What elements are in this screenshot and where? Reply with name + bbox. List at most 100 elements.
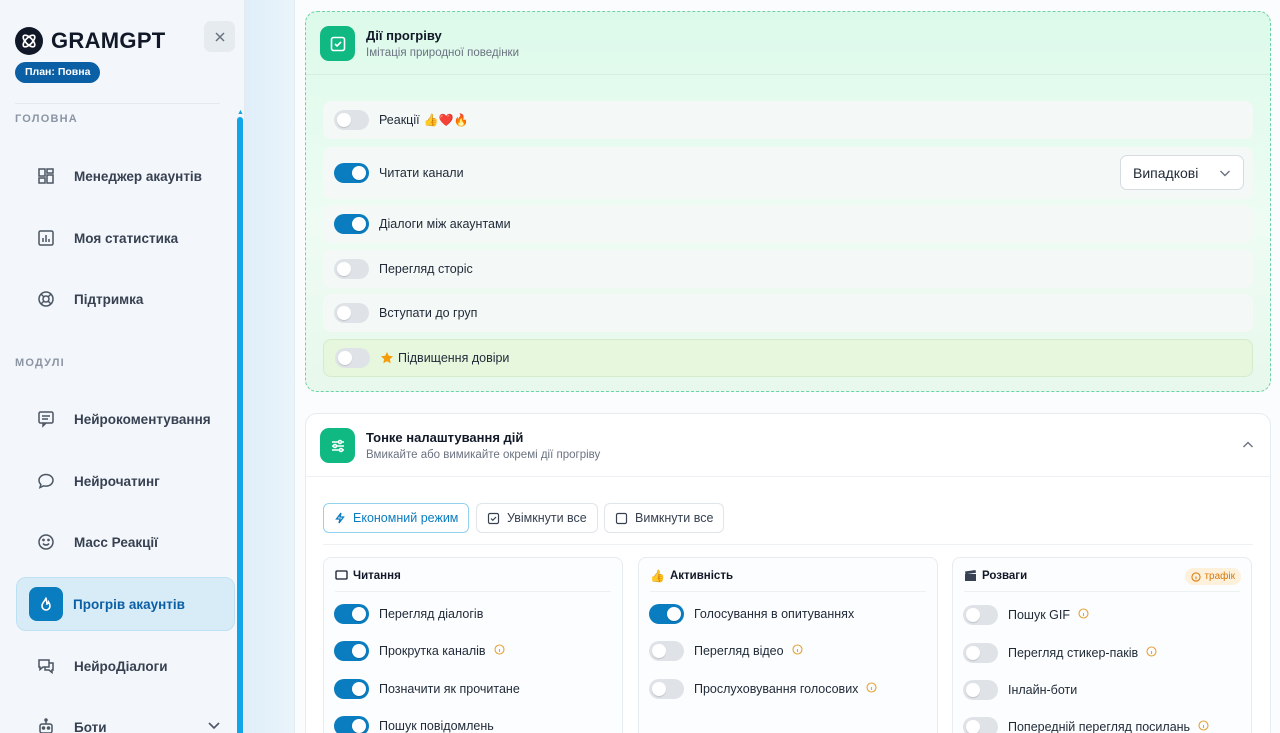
warmup-row-reactions[interactable]: Реакції 👍❤️🔥 xyxy=(323,101,1253,139)
comment-lines-icon xyxy=(28,401,64,437)
disable-all-label: Вимкнути все xyxy=(635,511,714,525)
trust-toggle[interactable] xyxy=(335,348,370,368)
column-reading-header: Читання xyxy=(335,569,401,582)
option-search-messages[interactable]: Пошук повідомлень xyxy=(324,714,494,733)
column-reading: Читання Перегляд діалогів Прокрутка кана… xyxy=(323,557,623,733)
reactions-toggle[interactable] xyxy=(334,110,369,130)
disable-all-button[interactable]: Вимкнути все xyxy=(604,503,725,533)
info-icon[interactable] xyxy=(792,642,803,660)
link-preview-toggle[interactable] xyxy=(963,717,998,733)
join-groups-toggle[interactable] xyxy=(334,303,369,323)
sidebar-item-label: Нейрокоментування xyxy=(74,411,211,427)
eco-mode-button[interactable]: Економний режим xyxy=(323,503,470,533)
warmup-actions-card: Дії прогріву Імітація природної поведінк… xyxy=(305,11,1271,392)
buttons-divider xyxy=(323,544,1253,545)
smile-icon xyxy=(28,524,64,560)
checkbox-checked-icon xyxy=(487,512,500,524)
sidebar-item-mass-reactions[interactable]: Масс Реакції xyxy=(16,515,235,569)
chevron-down-icon xyxy=(1220,170,1230,176)
bar-chart-icon xyxy=(28,220,64,256)
checkbox-empty-icon xyxy=(615,512,628,524)
sidebar-item-label: Нейрочатинг xyxy=(74,473,160,489)
option-mark-read[interactable]: Позначити як прочитане xyxy=(324,677,520,701)
option-poll-voting[interactable]: Голосування в опитуваннях xyxy=(639,602,854,626)
brand[interactable]: GRAMGPT xyxy=(15,27,166,55)
read-mode-select[interactable]: Випадкові xyxy=(1120,155,1244,190)
sidebar-item-account-manager[interactable]: Менеджер акаунтів xyxy=(16,149,235,203)
warmup-row-join-groups[interactable]: Вступати до груп xyxy=(323,294,1253,332)
sidebar-item-label: НейроДіалоги xyxy=(74,658,168,674)
read-channels-toggle[interactable] xyxy=(334,163,369,183)
option-label: Прокрутка каналів xyxy=(379,644,486,658)
enable-all-button[interactable]: Увімкнути все xyxy=(476,503,598,533)
scroll-channels-toggle[interactable] xyxy=(334,641,369,661)
thumbs-up-icon: 👍 xyxy=(650,569,665,583)
sidebar-scrollbar[interactable] xyxy=(237,117,243,733)
dialogs-icon xyxy=(28,648,64,684)
option-link-preview[interactable]: Попередній перегляд посилань xyxy=(953,715,1209,733)
mark-read-toggle[interactable] xyxy=(334,679,369,699)
info-icon[interactable] xyxy=(1146,644,1157,662)
collapse-card-button[interactable] xyxy=(1242,438,1254,456)
option-watch-video[interactable]: Перегляд відео xyxy=(639,639,803,663)
scrollbar-up-arrow[interactable]: ▲ xyxy=(237,109,244,116)
sidebar: GRAMGPT План: Повна ГОЛОВНА Менеджер ака… xyxy=(0,0,245,733)
main-content: Дії прогріву Імітація природної поведінк… xyxy=(294,0,1280,733)
warmup-row-trust[interactable]: Підвищення довіри xyxy=(323,339,1253,377)
dialogs-toggle[interactable] xyxy=(334,214,369,234)
sidebar-item-neuro-dialogs[interactable]: НейроДіалоги xyxy=(16,639,235,693)
warmup-row-read-channels[interactable]: Читати канали Випадкові xyxy=(323,147,1253,199)
poll-voting-toggle[interactable] xyxy=(649,604,684,624)
option-listen-voice[interactable]: Прослуховування голосових xyxy=(639,677,877,701)
sidebar-item-label: Підтримка xyxy=(74,291,144,307)
chevron-down-icon[interactable] xyxy=(207,718,221,733)
close-icon xyxy=(214,31,225,42)
listen-voice-toggle[interactable] xyxy=(649,679,684,699)
warmup-row-stories[interactable]: Перегляд сторіс xyxy=(323,250,1253,288)
sticker-packs-toggle[interactable] xyxy=(963,643,998,663)
star-icon xyxy=(381,352,393,364)
option-scroll-channels[interactable]: Прокрутка каналів xyxy=(324,639,505,663)
info-icon[interactable] xyxy=(866,680,877,698)
section-label-main: ГОЛОВНА xyxy=(15,113,78,125)
sidebar-item-neuro-chatting[interactable]: Нейрочатинг xyxy=(16,454,235,508)
trust-label: Підвищення довіри xyxy=(380,351,509,365)
card-divider xyxy=(306,74,1270,75)
option-view-dialogs[interactable]: Перегляд діалогів xyxy=(324,602,483,626)
gramgpt-logo-icon xyxy=(15,27,43,55)
info-icon[interactable] xyxy=(1078,606,1089,624)
sidebar-item-label: Масс Реакції xyxy=(74,534,158,550)
close-sidebar-button[interactable] xyxy=(204,21,235,52)
sidebar-item-account-warmup[interactable]: Прогрів акаунтів xyxy=(16,577,235,631)
option-gif-search[interactable]: Пошук GIF xyxy=(953,603,1089,627)
fine-card-title: Тонке налаштування дій xyxy=(366,430,524,445)
fine-card-header: Тонке налаштування дій Вмикайте або вими… xyxy=(320,428,600,463)
inline-bots-toggle[interactable] xyxy=(963,680,998,700)
reactions-emoji: 👍❤️🔥 xyxy=(423,113,469,127)
gif-search-toggle[interactable] xyxy=(963,605,998,625)
column-title: Розваги xyxy=(982,569,1028,582)
view-dialogs-toggle[interactable] xyxy=(334,604,369,624)
column-divider xyxy=(335,591,611,592)
sidebar-item-neuro-commenting[interactable]: Нейрокоментування xyxy=(16,392,235,446)
sidebar-item-statistics[interactable]: Моя статистика xyxy=(16,211,235,265)
stories-label: Перегляд сторіс xyxy=(379,262,473,276)
column-divider xyxy=(650,591,926,592)
info-icon[interactable] xyxy=(494,642,505,660)
traffic-badge: трафік xyxy=(1185,568,1241,585)
sidebar-item-label: Прогрів акаунтів xyxy=(73,596,185,612)
warmup-row-dialogs[interactable]: Діалоги між акаунтами xyxy=(323,205,1253,243)
stories-toggle[interactable] xyxy=(334,259,369,279)
option-label: Прослуховування голосових xyxy=(694,682,859,696)
column-entertainment-header: Розваги xyxy=(964,569,1027,582)
sidebar-item-support[interactable]: Підтримка xyxy=(16,272,235,326)
sidebar-item-bots[interactable]: Боти xyxy=(16,700,235,733)
reactions-text: Реакції xyxy=(379,113,420,127)
search-messages-toggle[interactable] xyxy=(334,716,369,733)
option-inline-bots[interactable]: Інлайн-боти xyxy=(953,678,1077,702)
column-title: Читання xyxy=(353,569,401,582)
info-icon[interactable] xyxy=(1198,718,1209,733)
option-sticker-packs[interactable]: Перегляд стикер-паків xyxy=(953,641,1157,665)
watch-video-toggle[interactable] xyxy=(649,641,684,661)
chat-bubble-icon xyxy=(28,463,64,499)
